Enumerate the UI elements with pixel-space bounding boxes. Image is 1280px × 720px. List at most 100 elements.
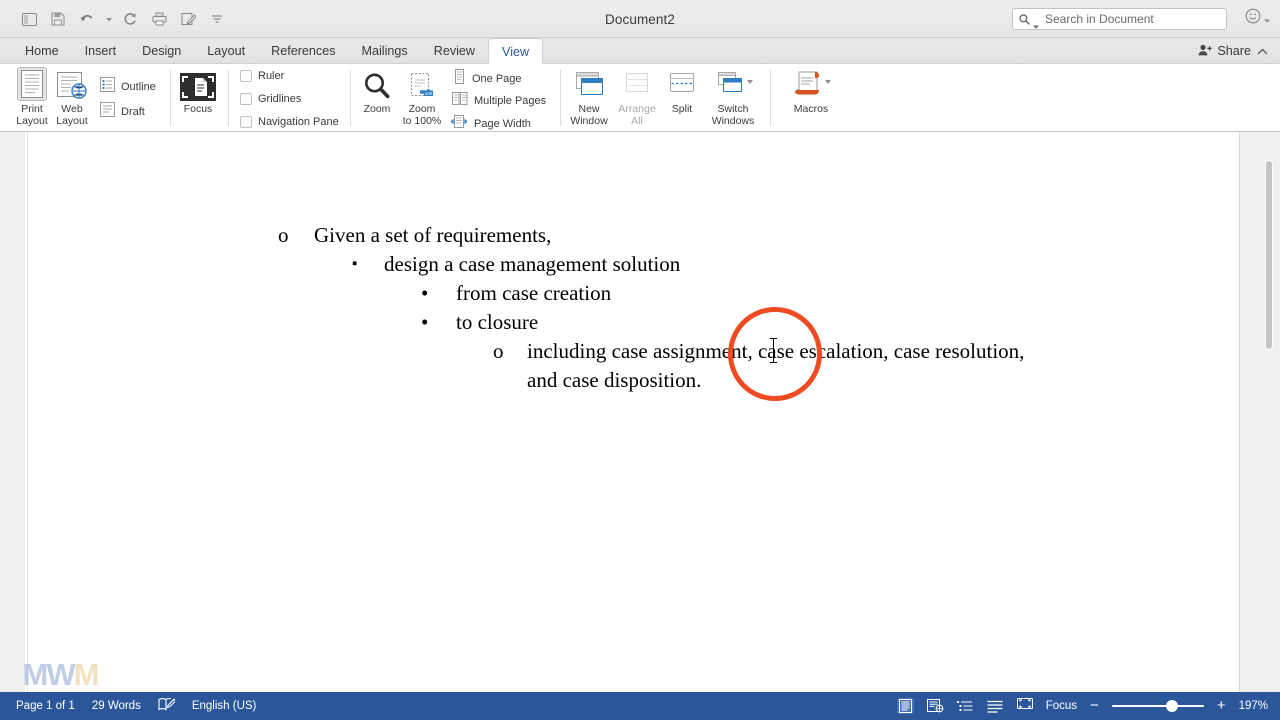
split-button[interactable]: Split: [658, 67, 706, 116]
scrollbar-thumb[interactable]: [1265, 160, 1273, 350]
search-input[interactable]: [1043, 12, 1220, 26]
page-width-label: Page Width: [474, 118, 531, 130]
tab-review[interactable]: Review: [421, 38, 488, 64]
tab-mailings[interactable]: Mailings: [349, 38, 421, 64]
switch-windows-button[interactable]: Switch Windows: [704, 67, 762, 127]
focus-mode-button[interactable]: [1016, 697, 1033, 715]
status-bar: Page 1 of 1 29 Words English (US) Focus …: [0, 692, 1280, 720]
ruler-checkbox[interactable]: Ruler: [240, 70, 284, 82]
bullet-marker: •: [421, 310, 429, 334]
ribbon-group-macros: Macros: [772, 64, 862, 132]
document-line: from case creation: [456, 281, 612, 305]
view-print-layout-icon[interactable]: [896, 698, 914, 714]
zoom-slider-thumb[interactable]: [1165, 700, 1178, 712]
zoom-magnifier-icon: [362, 67, 392, 101]
one-page-icon: [452, 69, 466, 89]
left-gutter: [0, 132, 25, 692]
bullet-marker: o: [278, 223, 289, 247]
gridlines-checkbox-box[interactable]: [240, 93, 252, 105]
gridlines-checkbox[interactable]: Gridlines: [240, 93, 301, 105]
chevron-up-icon[interactable]: [1257, 44, 1268, 58]
focus-label: Focus: [183, 103, 213, 115]
document-canvas[interactable]: o Given a set of requirements, ▪ design …: [0, 132, 1280, 692]
search-dropdown-icon[interactable]: [1033, 16, 1040, 29]
bullet-marker: •: [421, 281, 429, 305]
navigation-pane-checkbox-box[interactable]: [240, 116, 252, 128]
share-area: Share: [1198, 38, 1268, 64]
tab-view[interactable]: View: [488, 38, 544, 65]
web-layout-button[interactable]: Web Layout: [48, 67, 96, 127]
smiley-icon[interactable]: [1245, 8, 1261, 29]
smiley-dropdown-icon[interactable]: [1264, 10, 1270, 28]
ruler-checkbox-box[interactable]: [240, 70, 252, 82]
new-window-label: New Window: [570, 103, 608, 127]
zoom-100-button[interactable]: 100 Zoom to 100%: [398, 67, 446, 127]
focus-icon: [180, 67, 216, 101]
search-box[interactable]: [1012, 8, 1227, 30]
view-web-layout-icon[interactable]: [926, 698, 944, 714]
switch-windows-icon: [718, 72, 753, 92]
tab-insert[interactable]: Insert: [72, 38, 130, 64]
document-page[interactable]: o Given a set of requirements, ▪ design …: [27, 132, 1240, 692]
ribbon-group-zoom: Zoom 100 Zoom to 100% One Page Multiple …: [352, 64, 562, 132]
vertical-scrollbar[interactable]: [1265, 138, 1277, 686]
draft-label: Draft: [121, 106, 145, 118]
split-label: Split: [671, 103, 693, 115]
one-page-button[interactable]: One Page: [452, 69, 522, 89]
proofing-icon[interactable]: [158, 697, 177, 716]
status-left: Page 1 of 1 29 Words English (US): [16, 697, 256, 716]
outline-label: Outline: [121, 81, 156, 93]
navigation-pane-label: Navigation Pane: [258, 116, 339, 128]
zoom-to-100-label: Zoom to 100%: [402, 103, 442, 127]
multiple-pages-icon: [452, 91, 468, 111]
ruler-label: Ruler: [258, 70, 285, 82]
share-button[interactable]: Share: [1198, 44, 1251, 59]
zoom-slider[interactable]: [1111, 699, 1204, 713]
ribbon-group-window: New Window Arrange All Split Switch Wind…: [562, 64, 772, 132]
focus-icon: [1016, 697, 1033, 715]
arrange-all-icon: [626, 73, 648, 92]
ribbon-group-show: Ruler Gridlines Navigation Pane: [232, 64, 352, 132]
draft-button[interactable]: Draft: [100, 102, 145, 122]
tab-layout[interactable]: Layout: [194, 38, 258, 64]
print-layout-icon: [17, 67, 47, 101]
search-icon: [1019, 13, 1030, 25]
view-draft-icon[interactable]: [987, 698, 1004, 714]
page-width-icon: [450, 114, 468, 134]
annotation-circle: [728, 307, 822, 401]
page-width-button[interactable]: Page Width: [450, 114, 531, 134]
document-line: design a case management solution: [384, 252, 681, 276]
focus-label[interactable]: Focus: [1046, 700, 1077, 712]
switch-windows-label: Switch Windows: [711, 103, 755, 127]
arrange-all-label: Arrange All: [618, 103, 656, 127]
macros-button[interactable]: Macros: [782, 67, 840, 116]
ribbon-tab-bar: Home Insert Design Layout References Mai…: [0, 38, 1280, 65]
zoom-label: Zoom: [363, 103, 391, 115]
multiple-pages-label: Multiple Pages: [474, 95, 547, 107]
tab-design[interactable]: Design: [129, 38, 194, 64]
navigation-pane-checkbox[interactable]: Navigation Pane: [240, 116, 339, 128]
multiple-pages-button[interactable]: Multiple Pages: [452, 91, 546, 111]
share-person-icon: [1198, 44, 1213, 59]
outline-button[interactable]: Outline: [100, 77, 156, 97]
zoom-in-button[interactable]: +: [1217, 698, 1226, 713]
zoom-slider-track: [1111, 705, 1204, 707]
focus-button[interactable]: Focus: [174, 67, 222, 116]
web-layout-icon: [56, 67, 88, 101]
language-indicator[interactable]: English (US): [192, 700, 257, 712]
tab-home[interactable]: Home: [12, 38, 72, 64]
feedback-control[interactable]: [1245, 8, 1270, 29]
new-window-button[interactable]: New Window: [565, 67, 613, 127]
zoom-button[interactable]: Zoom: [353, 67, 401, 116]
new-window-icon: [576, 72, 603, 95]
zoom-level[interactable]: 197%: [1239, 700, 1268, 712]
web-layout-label: Web Layout: [56, 103, 88, 127]
tab-references[interactable]: References: [258, 38, 348, 64]
view-outline-icon[interactable]: [957, 698, 974, 714]
title-bar: Document2: [0, 0, 1280, 38]
zoom-out-button[interactable]: −: [1090, 698, 1099, 713]
ribbon-tabs: Home Insert Design Layout References Mai…: [12, 38, 544, 65]
document-line: Given a set of requirements,: [314, 223, 552, 247]
word-count[interactable]: 29 Words: [92, 700, 141, 712]
page-indicator[interactable]: Page 1 of 1: [16, 700, 75, 712]
